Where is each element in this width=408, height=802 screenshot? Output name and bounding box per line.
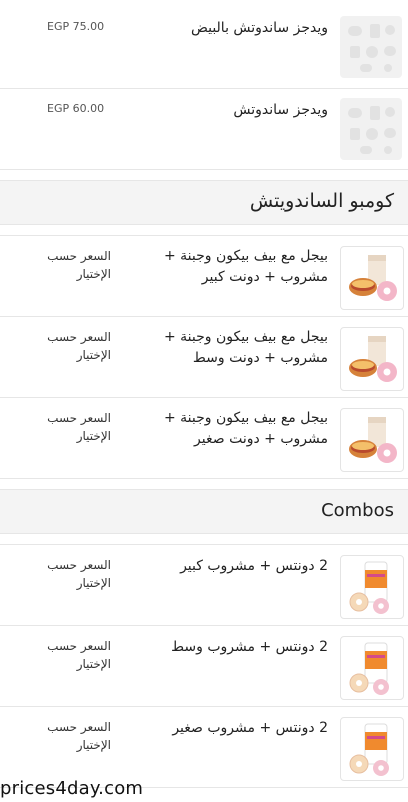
- item-price: السعر حسب الإختيار: [47, 411, 111, 443]
- menu-page: ويدجز ساندوتش بالبيض EGP 75.00 ويدجز سان…: [0, 0, 408, 788]
- menu-item[interactable]: ويدجز ساندوتش EGP 60.00: [0, 89, 408, 170]
- item-price: السعر حسب الإختيار: [47, 558, 111, 590]
- menu-item[interactable]: 2 دونتس + مشروب صغير السعر حسب الإختيار: [0, 707, 408, 788]
- food-placeholder-icon: [340, 98, 402, 160]
- item-name: بيجل مع بيف بيكون وجبنة + مشروب + دونت و…: [163, 329, 328, 366]
- bagel-coffee-donut-icon: [340, 327, 404, 391]
- menu-item[interactable]: بيجل مع بيف بيكون وجبنة + مشروب + دونت ك…: [0, 235, 408, 317]
- donuts-cup-icon: [340, 555, 404, 619]
- bagel-coffee-donut-icon: [340, 408, 404, 472]
- bagel-coffee-donut-icon: [340, 246, 404, 310]
- watermark-text: prices4day.com: [0, 778, 144, 799]
- item-name: بيجل مع بيف بيكون وجبنة + مشروب + دونت ك…: [163, 248, 328, 285]
- menu-item[interactable]: بيجل مع بيف بيكون وجبنة + مشروب + دونت ص…: [0, 398, 408, 479]
- item-name: بيجل مع بيف بيكون وجبنة + مشروب + دونت ص…: [163, 410, 328, 447]
- section-title: كومبو الساندويتش: [249, 190, 394, 212]
- item-price: السعر حسب الإختيار: [47, 720, 111, 752]
- section-title: Combos: [321, 500, 394, 521]
- item-price: السعر حسب الإختيار: [47, 330, 111, 362]
- item-name: 2 دونتس + مشروب وسط: [171, 639, 328, 655]
- donuts-cup-icon: [340, 636, 404, 700]
- menu-item[interactable]: 2 دونتس + مشروب وسط السعر حسب الإختيار: [0, 626, 408, 707]
- section-header: Combos: [0, 489, 408, 534]
- item-name: 2 دونتس + مشروب كبير: [180, 558, 328, 574]
- item-price: EGP 75.00: [47, 20, 105, 33]
- item-name: ويدجز ساندوتش بالبيض: [190, 20, 328, 36]
- item-name: 2 دونتس + مشروب صغير: [172, 720, 328, 736]
- item-price: السعر حسب الإختيار: [47, 249, 111, 281]
- menu-item[interactable]: ويدجز ساندوتش بالبيض EGP 75.00: [0, 0, 408, 89]
- section-header: كومبو الساندويتش: [0, 180, 408, 225]
- menu-item[interactable]: بيجل مع بيف بيكون وجبنة + مشروب + دونت و…: [0, 317, 408, 398]
- item-price: السعر حسب الإختيار: [47, 639, 111, 671]
- donuts-cup-icon: [340, 717, 404, 781]
- food-placeholder-icon: [340, 16, 402, 78]
- item-name: ويدجز ساندوتش: [233, 102, 328, 118]
- item-price: EGP 60.00: [47, 102, 105, 115]
- menu-item[interactable]: 2 دونتس + مشروب كبير السعر حسب الإختيار: [0, 544, 408, 626]
